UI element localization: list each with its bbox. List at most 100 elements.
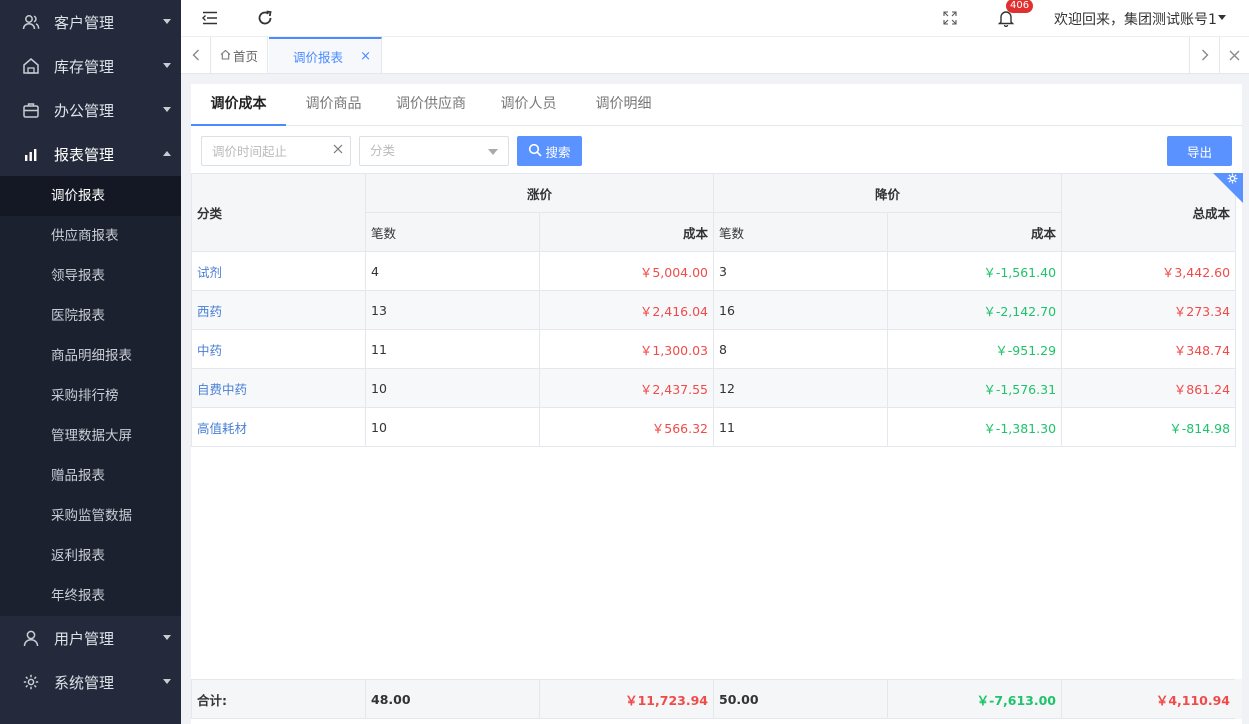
menu-report-management[interactable]: 报表管理: [0, 132, 181, 176]
subtab-price-staff[interactable]: 调价人员: [481, 84, 576, 126]
sidebar-item-price-report[interactable]: 调价报表: [0, 176, 181, 216]
page-tabs-bar: 首页 调价报表 ×: [181, 37, 1249, 74]
report-submenu: 调价报表 供应商报表 领导报表 医院报表 商品明细报表 采购排行榜 管理数据大屏…: [0, 176, 181, 616]
export-button[interactable]: 导出: [1167, 136, 1232, 166]
increase-count-cell: 10: [365, 368, 540, 408]
summary-row: 合计: 48.00 ￥11,723.94 50.00 ￥-7,613.00 ￥4…: [191, 679, 1236, 719]
report-panel: 调价成本 调价商品 调价供应商 调价人员 调价明细 分类 搜索 导出 分类 涨价…: [191, 84, 1243, 724]
subtab-price-products[interactable]: 调价商品: [286, 84, 381, 126]
header-decrease-count: 笔数: [713, 212, 889, 252]
sidebar-item-purchase-ranking[interactable]: 采购排行榜: [0, 376, 181, 416]
bar-chart-icon: [22, 145, 40, 163]
sidebar: 客户管理 库存管理 办公管理 报表管理 调价报表 供应商报表 领导报表 医院报表…: [0, 0, 181, 724]
decrease-cost-cell: ￥-1,561.40: [887, 251, 1063, 291]
table-row: 试剂 4 ￥5,004.00 3 ￥-1,561.40 ￥3,442.60: [191, 251, 1237, 291]
increase-cost-cell: ￥2,437.55: [538, 368, 715, 408]
caret-down-icon: [163, 107, 171, 112]
menu-label: 用户管理: [54, 629, 115, 648]
fullscreen-icon[interactable]: [939, 7, 961, 29]
decrease-count-cell: 12: [713, 368, 889, 408]
sidebar-item-supplier-report[interactable]: 供应商报表: [0, 216, 181, 256]
date-range-input[interactable]: [201, 136, 351, 166]
category-link[interactable]: 自费中药: [191, 368, 366, 408]
sidebar-item-annual-report[interactable]: 年终报表: [0, 576, 181, 616]
sidebar-item-purchase-supervision[interactable]: 采购监管数据: [0, 496, 181, 536]
decrease-cost-cell: ￥-951.29: [887, 329, 1063, 369]
total-cost-cell: ￥3,442.60: [1061, 251, 1237, 291]
sidebar-item-gift-report[interactable]: 赠品报表: [0, 456, 181, 496]
collapse-menu-icon[interactable]: [199, 7, 221, 29]
sidebar-item-rebate-report[interactable]: 返利报表: [0, 536, 181, 576]
header-increase: 涨价: [364, 173, 715, 213]
refresh-icon[interactable]: [254, 7, 276, 29]
decrease-count-cell: 16: [713, 290, 889, 330]
increase-cost-cell: ￥566.32: [538, 407, 715, 447]
subtab-price-cost[interactable]: 调价成本: [191, 84, 286, 126]
tab-home[interactable]: 首页: [211, 37, 268, 73]
decrease-cost-cell: ￥-2,142.70: [887, 290, 1063, 330]
increase-cost-cell: ￥1,300.03: [538, 329, 715, 369]
price-cost-table: 分类 涨价 降价 总成本 笔数 成本 笔数 成本 试剂 4 ￥5,004.00 …: [191, 173, 1237, 447]
increase-cost-cell: ￥2,416.04: [538, 290, 715, 330]
search-button[interactable]: 搜索: [517, 136, 582, 166]
caret-down-icon: [488, 149, 498, 155]
summary-total-cost: ￥4,110.94: [1061, 679, 1236, 719]
category-select[interactable]: 分类: [359, 136, 509, 166]
header-increase-count: 笔数: [365, 212, 540, 252]
decrease-count-cell: 8: [713, 329, 889, 369]
summary-increase-count: 48.00: [365, 679, 540, 719]
increase-cost-cell: ￥5,004.00: [538, 251, 715, 291]
gear-icon[interactable]: [1227, 173, 1238, 187]
menu-customer-management[interactable]: 客户管理: [0, 0, 181, 44]
increase-count-cell: 11: [365, 329, 540, 369]
decrease-count-cell: 3: [713, 251, 889, 291]
settings-icon: [22, 673, 40, 691]
close-all-tabs-icon[interactable]: [1219, 37, 1249, 73]
table-row: 中药 11 ￥1,300.03 8 ￥-951.29 ￥348.74: [191, 329, 1237, 369]
caret-down-icon: [163, 19, 171, 24]
table-row: 自费中药 10 ￥2,437.55 12 ￥-1,576.31 ￥861.24: [191, 368, 1237, 408]
tab-price-report-label: 调价报表: [293, 49, 344, 65]
warehouse-icon: [22, 57, 40, 75]
search-icon: [528, 143, 543, 160]
sidebar-item-data-dashboard[interactable]: 管理数据大屏: [0, 416, 181, 456]
caret-down-icon: [163, 635, 171, 640]
category-link[interactable]: 西药: [191, 290, 366, 330]
total-cost-cell: ￥-814.98: [1061, 407, 1237, 447]
category-link[interactable]: 中药: [191, 329, 366, 369]
summary-decrease-cost: ￥-7,613.00: [887, 679, 1062, 719]
category-link[interactable]: 高值耗材: [191, 407, 366, 447]
tabs-scroll-right-icon[interactable]: [1189, 37, 1219, 73]
total-cost-cell: ￥273.34: [1061, 290, 1237, 330]
table-row: 西药 13 ￥2,416.04 16 ￥-2,142.70 ￥273.34: [191, 290, 1237, 330]
sidebar-item-leader-report[interactable]: 领导报表: [0, 256, 181, 296]
clear-icon[interactable]: [333, 142, 343, 158]
user-icon: [22, 629, 40, 647]
summary-decrease-count: 50.00: [713, 679, 888, 719]
close-icon[interactable]: ×: [360, 49, 371, 64]
sidebar-item-hospital-report[interactable]: 医院报表: [0, 296, 181, 336]
decrease-count-cell: 11: [713, 407, 889, 447]
user-welcome-menu[interactable]: 欢迎回来，集团测试账号1: [1054, 9, 1217, 29]
menu-office-management[interactable]: 办公管理: [0, 88, 181, 132]
menu-system-management[interactable]: 系统管理: [0, 660, 181, 704]
summary-label: 合计:: [191, 679, 366, 719]
total-cost-cell: ￥861.24: [1061, 368, 1237, 408]
subtab-price-suppliers[interactable]: 调价供应商: [381, 84, 481, 126]
menu-label: 库存管理: [54, 57, 115, 76]
decrease-cost-cell: ￥-1,576.31: [887, 368, 1063, 408]
menu-inventory-management[interactable]: 库存管理: [0, 44, 181, 88]
menu-label: 报表管理: [54, 145, 115, 164]
menu-user-management[interactable]: 用户管理: [0, 616, 181, 660]
tab-price-report[interactable]: 调价报表 ×: [269, 37, 382, 73]
header-decrease: 降价: [713, 173, 1063, 213]
total-cost-cell: ￥348.74: [1061, 329, 1237, 369]
briefcase-icon: [22, 101, 40, 119]
sidebar-item-product-detail-report[interactable]: 商品明细报表: [0, 336, 181, 376]
tabs-scroll-left-icon[interactable]: [181, 37, 211, 73]
caret-down-icon[interactable]: [1218, 15, 1226, 20]
header-decrease-cost: 成本: [887, 212, 1063, 252]
subtab-price-details[interactable]: 调价明细: [576, 84, 671, 126]
category-link[interactable]: 试剂: [191, 251, 366, 291]
menu-label: 客户管理: [54, 13, 115, 32]
